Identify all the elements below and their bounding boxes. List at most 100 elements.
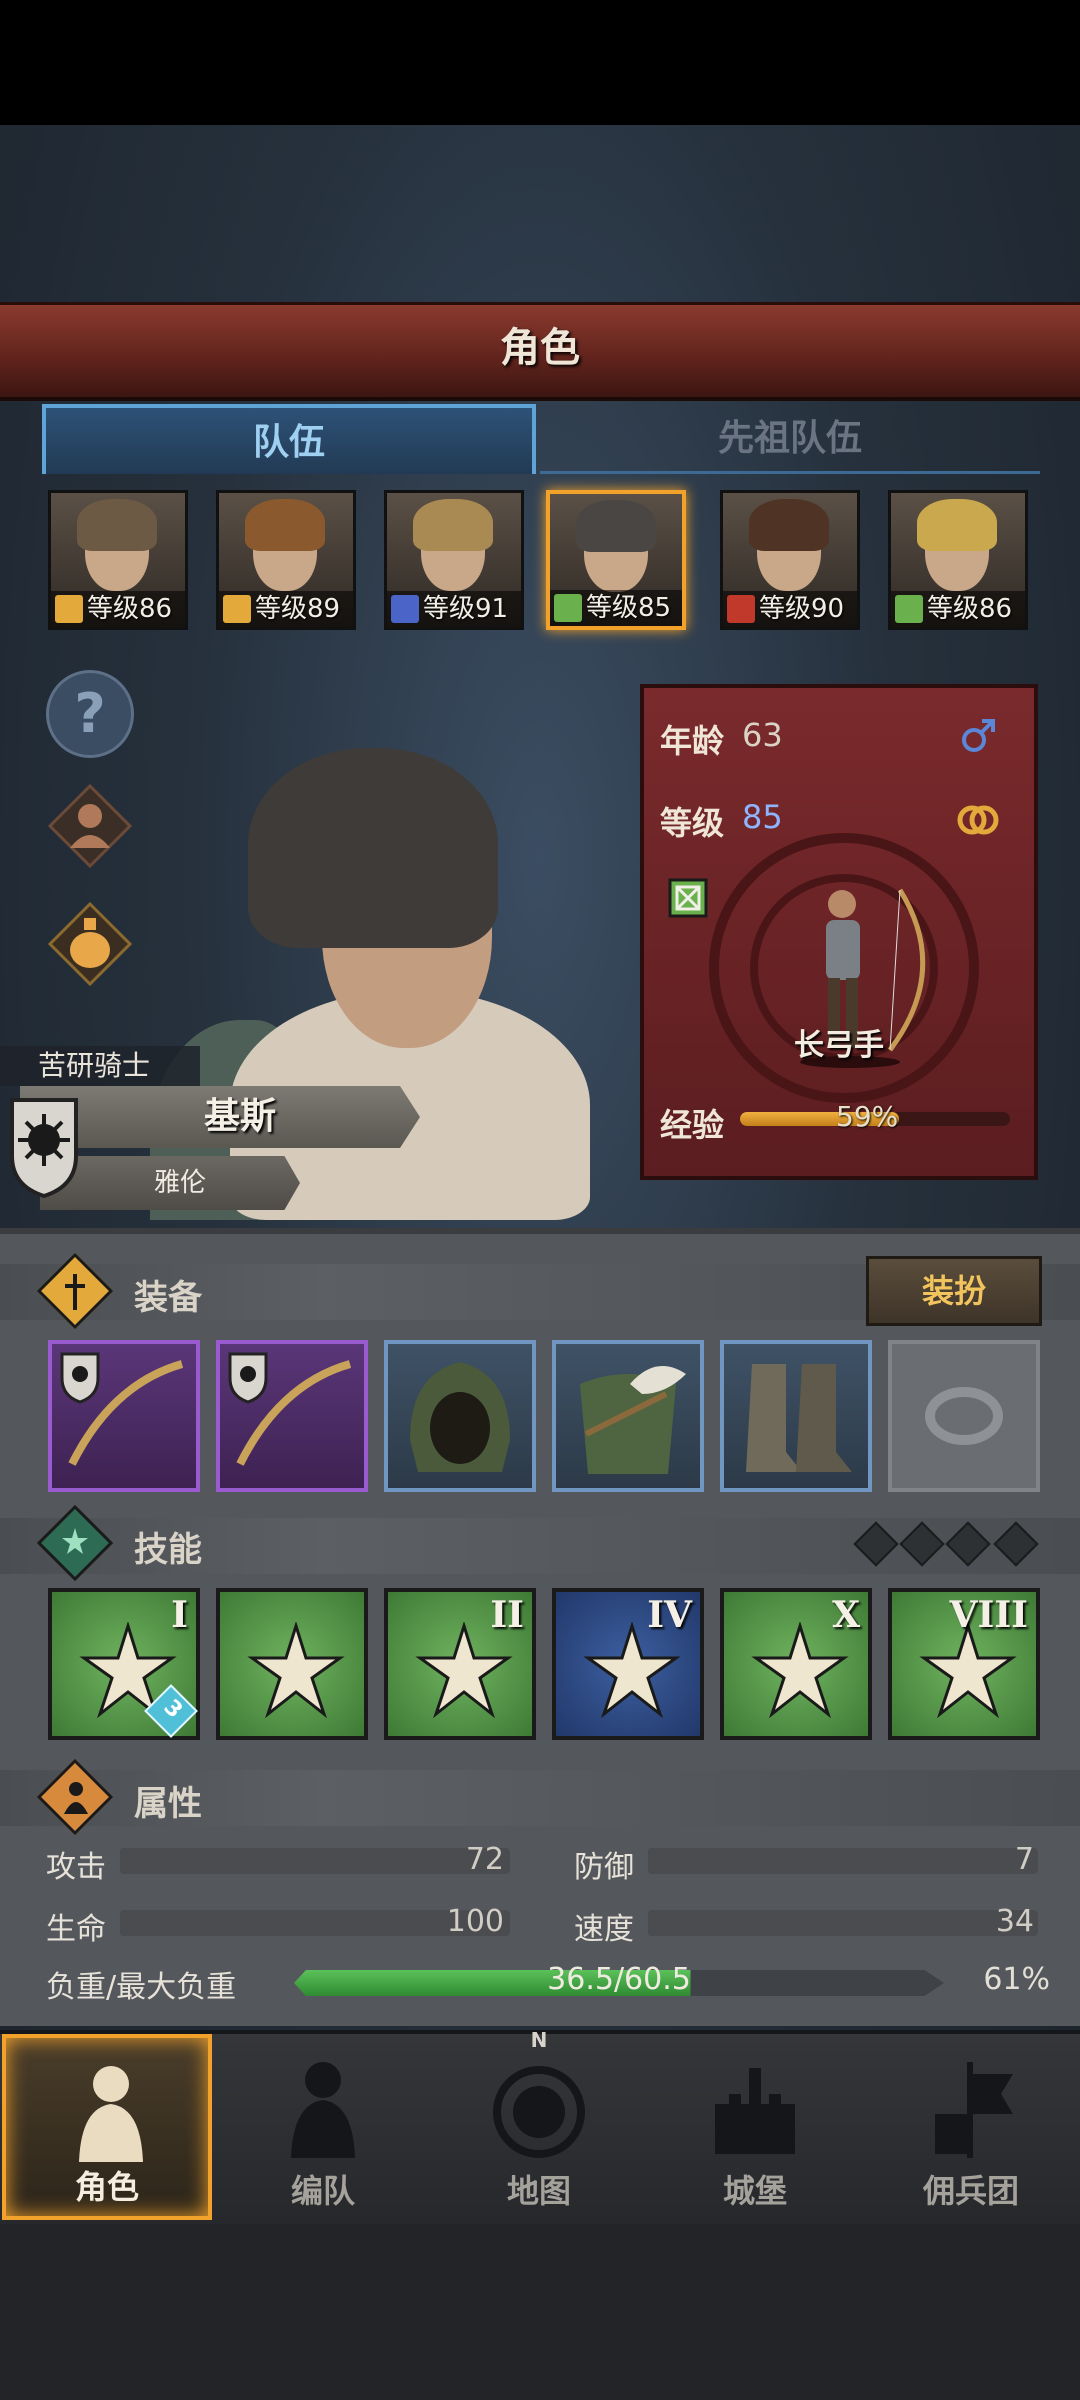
potion-icon — [47, 901, 133, 987]
nav-label: 地图 — [506, 2172, 571, 2210]
attributes-title: 属性 — [134, 1784, 202, 1824]
nav-label: 角色 — [74, 2168, 139, 2206]
skill-icon — [415, 1622, 513, 1719]
potion-button[interactable] — [46, 900, 134, 988]
skill-icon — [751, 1622, 849, 1719]
party-member-portrait[interactable]: 等级89 — [216, 490, 356, 630]
nav-label: 编队 — [290, 2172, 355, 2210]
level-label: 等级 — [660, 804, 725, 842]
defense-value: 7 — [1014, 1842, 1034, 1877]
equipment-slot-hood[interactable] — [384, 1340, 536, 1492]
ring-icon[interactable] — [954, 796, 1002, 840]
load-label: 负重/最大负重 — [46, 1970, 237, 2005]
character-name[interactable]: 基斯 — [60, 1086, 420, 1148]
nav-formation[interactable]: 编队 — [218, 2034, 428, 2220]
load-value: 36.5/60.5 — [547, 1962, 691, 1997]
portrait-hair — [413, 499, 493, 551]
status-bar-area — [0, 0, 1080, 125]
bow-icon[interactable] — [668, 878, 708, 918]
member-level: 等级86 — [927, 594, 1013, 624]
character-surname: 雅伦 — [153, 1168, 206, 1198]
knight-icon — [79, 2066, 143, 2162]
heraldry-shield-icon[interactable] — [8, 1096, 80, 1200]
male-icon — [962, 719, 995, 752]
skill-rank: II — [490, 1594, 524, 1636]
portrait-hair — [245, 499, 325, 551]
longbow-icon — [228, 1352, 352, 1466]
tier-button[interactable] — [46, 782, 134, 870]
age-label: 年龄 — [660, 722, 725, 760]
wolf-icon — [727, 595, 755, 623]
party-member-portrait[interactable]: 等级91 — [384, 490, 524, 630]
bottom-bezel — [0, 2220, 1080, 2400]
skill-slot[interactable] — [216, 1588, 368, 1740]
member-level: 等级91 — [423, 594, 509, 624]
person-icon — [64, 1782, 88, 1814]
skill-rank: IV — [647, 1594, 692, 1636]
exp-text: 59% — [836, 1100, 899, 1133]
hp-value: 100 — [446, 1904, 504, 1939]
compass-icon — [493, 2066, 585, 2158]
level-value: 85 — [742, 798, 783, 836]
hp-label: 生命 — [46, 1912, 106, 1947]
tab-team[interactable]: 队伍 — [42, 404, 536, 474]
skill-rank: I — [171, 1594, 188, 1636]
skill-slot[interactable]: IV — [552, 1588, 704, 1740]
equipment-slot-longbow[interactable] — [48, 1340, 200, 1492]
bow-icon — [895, 595, 923, 623]
skill-slot[interactable]: I3 — [48, 1588, 200, 1740]
nav-label: 城堡 — [722, 2172, 787, 2210]
member-level: 等级89 — [255, 594, 341, 624]
nav-castle[interactable]: 城堡 — [650, 2034, 860, 2220]
skill-slot[interactable]: VIII — [888, 1588, 1040, 1740]
skill-slot[interactable]: II — [384, 1588, 536, 1740]
equipment-slot-longbow[interactable] — [216, 1340, 368, 1492]
dress-up-button[interactable]: 装扮 — [866, 1256, 1042, 1326]
portrait-hair — [77, 499, 157, 551]
equipment-slot-fur-armor[interactable] — [552, 1340, 704, 1492]
help-button[interactable]: ? — [46, 670, 134, 758]
shield-icon — [55, 595, 83, 623]
exp-label: 经验 — [660, 1106, 725, 1144]
party-member-portrait[interactable]: 等级90 — [720, 490, 860, 630]
equipment-slot-boots[interactable] — [720, 1340, 872, 1492]
skill-icon — [583, 1622, 681, 1719]
equipment-title: 装备 — [134, 1278, 202, 1318]
portrait-hair — [576, 500, 656, 552]
member-level: 等级90 — [759, 594, 845, 624]
party-member-portrait[interactable]: 等级86 — [48, 490, 188, 630]
formation-icon — [291, 2062, 355, 2158]
banner-icon — [935, 2062, 1013, 2158]
bow-icon — [554, 594, 582, 622]
attack-value: 72 — [465, 1842, 504, 1877]
nav-knight[interactable]: 角色 — [2, 2034, 212, 2220]
skill-rank: X — [832, 1594, 860, 1636]
ring-slot-empty-icon — [925, 1387, 1003, 1445]
nav-banner[interactable]: 佣兵团 — [866, 2034, 1076, 2220]
equipment-slot-ring-slot-empty[interactable] — [888, 1340, 1040, 1492]
hood-icon — [410, 1362, 510, 1472]
sword-icon — [391, 595, 419, 623]
skill-slot[interactable]: X — [720, 1588, 872, 1740]
shield-icon — [223, 595, 251, 623]
class-title: 苦研骑士 — [0, 1046, 200, 1086]
nav-compass[interactable]: N 地图 — [434, 2028, 644, 2220]
longbow-icon — [60, 1352, 184, 1466]
compass-north-mark: N — [530, 2028, 548, 2052]
defense-label: 防御 — [574, 1850, 634, 1885]
party-member-portrait[interactable]: 等级86 — [888, 490, 1028, 630]
role-label: 长弓手 — [794, 1028, 884, 1063]
tab-ancestor-team[interactable]: 先祖队伍 — [540, 404, 1040, 474]
portrait-hair — [749, 499, 829, 551]
load-percent: 61% — [983, 1962, 1050, 1997]
party-member-portrait[interactable]: 等级85 — [546, 490, 686, 630]
star-icon — [62, 1528, 88, 1554]
castle-icon — [715, 2068, 795, 2154]
attack-label: 攻击 — [46, 1850, 106, 1885]
speed-label: 速度 — [574, 1912, 634, 1947]
nav-label: 佣兵团 — [922, 2172, 1019, 2210]
skill-rank: VIII — [949, 1594, 1028, 1636]
skills-title: 技能 — [134, 1530, 202, 1570]
fur-armor-icon — [580, 1366, 686, 1474]
dagger-icon — [65, 1274, 85, 1310]
